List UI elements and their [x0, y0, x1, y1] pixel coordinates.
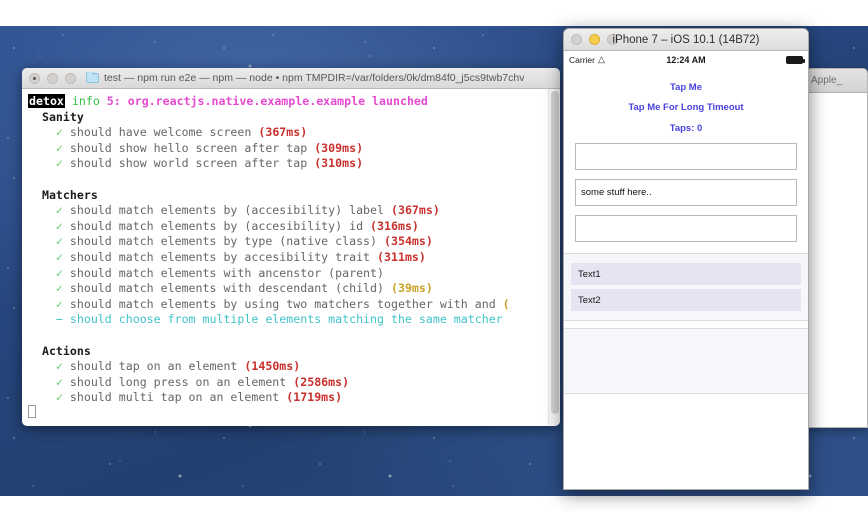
pass-icon: ✓ [55, 374, 63, 389]
simulator-minimize-button[interactable] [589, 34, 600, 45]
pass-icon: ✓ [55, 249, 63, 264]
status-bar-battery-group [725, 55, 805, 64]
background-browser-window[interactable]: Apple_ [806, 68, 868, 428]
ios-simulator-window[interactable]: iPhone 7 – iOS 10.1 (14B72) Carrier △ 12… [563, 28, 809, 490]
test-duration: ( [502, 296, 510, 311]
pass-icon: ✓ [55, 265, 63, 280]
test-label: should match elements with ancenstor (pa… [69, 265, 384, 280]
lower-scroll-area[interactable] [564, 328, 808, 394]
list-item[interactable]: Text2 [571, 289, 801, 311]
background-browser-content [807, 93, 867, 427]
terminal-titlebar[interactable]: test — npm run e2e — npm — node • npm TM… [22, 68, 560, 89]
terminal-minimize-button[interactable] [47, 72, 58, 84]
carrier-label: Carrier [569, 54, 595, 65]
status-bar-clock: 12:24 AM [666, 54, 706, 65]
test-duration: (1719ms) [286, 390, 343, 405]
test-duration: (39ms) [390, 281, 433, 296]
test-duration: (311ms) [377, 249, 426, 264]
suite-title: Sanity [41, 109, 84, 124]
tap-me-long-timeout-button[interactable]: Tap Me For Long Timeout [564, 93, 808, 113]
terminal-cursor [28, 405, 36, 418]
terminal-scrollbar[interactable] [548, 89, 560, 425]
test-duration: (2586ms) [293, 374, 350, 389]
test-label: should have welcome screen [69, 125, 252, 140]
simulator-screen[interactable]: Carrier △ 12:24 AM Tap Me Tap Me For Lon… [564, 51, 808, 489]
scroll-list[interactable]: Text1 Text2 [564, 253, 808, 321]
test-label: should match elements by (accesibility) … [69, 203, 384, 218]
ios-status-bar: Carrier △ 12:24 AM [564, 51, 808, 68]
test-duration: (367ms) [390, 203, 440, 218]
battery-icon [786, 55, 805, 64]
pass-icon: ✓ [55, 359, 63, 374]
test-duration: (354ms) [384, 234, 433, 249]
pass-icon: ✓ [55, 234, 63, 249]
terminal-zoom-button[interactable] [65, 72, 76, 84]
test-duration: (309ms) [314, 140, 364, 155]
pending-icon: − [55, 312, 63, 327]
test-label: should match elements by using two match… [69, 296, 496, 311]
test-duration: (310ms) [314, 156, 364, 171]
pass-icon: ✓ [55, 218, 63, 233]
test-label: should show world screen after tap [69, 156, 308, 171]
background-browser-tab-label[interactable]: Apple_ [811, 75, 842, 86]
text-input-1[interactable] [575, 143, 797, 170]
test-label: should match elements by accesibility tr… [69, 249, 371, 264]
test-label: should match elements by type (native cl… [69, 234, 378, 249]
taps-counter-label: Taps: 0 [669, 123, 703, 134]
simulator-zoom-button[interactable] [607, 34, 618, 45]
suite-title: Matchers [41, 187, 98, 202]
test-label: should multi tap on an element [69, 390, 280, 405]
simulator-titlebar[interactable]: iPhone 7 – iOS 10.1 (14B72) [564, 29, 808, 51]
status-bar-carrier-group: Carrier △ [569, 55, 647, 65]
simulator-close-button[interactable] [571, 34, 582, 45]
suite-title: Actions [41, 343, 91, 358]
text-input-3[interactable] [575, 215, 797, 242]
test-label: should match elements by (accesibility) … [69, 218, 364, 233]
test-duration: (1450ms) [244, 359, 301, 374]
log-level: info [71, 94, 100, 108]
screenshot-root: Apple_ test — npm run e2e — npm — node •… [0, 0, 868, 512]
simulator-traffic-lights[interactable] [571, 34, 618, 45]
log-message: 5: org.reactjs.native.example.example la… [106, 94, 428, 108]
terminal-output: detox info 5: org.reactjs.native.example… [24, 94, 560, 406]
terminal-window[interactable]: test — npm run e2e — npm — node • npm TM… [22, 68, 560, 426]
test-label: should choose from multiple elements mat… [69, 312, 503, 327]
wifi-icon: △ [597, 54, 605, 64]
terminal-scrollbar-thumb[interactable] [551, 91, 559, 414]
terminal-title-wrap: test — npm run e2e — npm — node • npm TM… [86, 72, 552, 84]
terminal-traffic-lights[interactable] [29, 72, 76, 84]
pass-icon: ✓ [55, 156, 63, 171]
test-label: should show hello screen after tap [69, 140, 308, 155]
pass-icon: ✓ [55, 390, 63, 405]
terminal-close-button[interactable] [29, 72, 40, 84]
react-native-example-app[interactable]: Tap Me Tap Me For Long Timeout Taps: 0 s… [564, 68, 808, 394]
pass-icon: ✓ [55, 140, 63, 155]
text-input-2[interactable]: some stuff here.. [575, 179, 797, 206]
test-label: should tap on an element [69, 359, 238, 374]
terminal-body[interactable]: detox info 5: org.reactjs.native.example… [22, 89, 560, 425]
test-duration: (367ms) [258, 125, 308, 140]
list-item[interactable]: Text1 [571, 263, 801, 285]
pass-icon: ✓ [55, 296, 63, 311]
test-label: should long press on an element [69, 374, 287, 389]
pass-icon: ✓ [55, 203, 63, 218]
pass-icon: ✓ [55, 281, 63, 296]
pass-icon: ✓ [55, 125, 63, 140]
terminal-title: test — npm run e2e — npm — node • npm TM… [104, 72, 525, 84]
test-label: should match elements with descendant (c… [69, 281, 384, 296]
test-duration: (316ms) [370, 218, 419, 233]
background-browser-tabbar[interactable]: Apple_ [807, 69, 867, 93]
folder-icon [86, 72, 99, 83]
detox-tag: detox [28, 94, 65, 108]
tap-me-button[interactable]: Tap Me [564, 68, 808, 93]
